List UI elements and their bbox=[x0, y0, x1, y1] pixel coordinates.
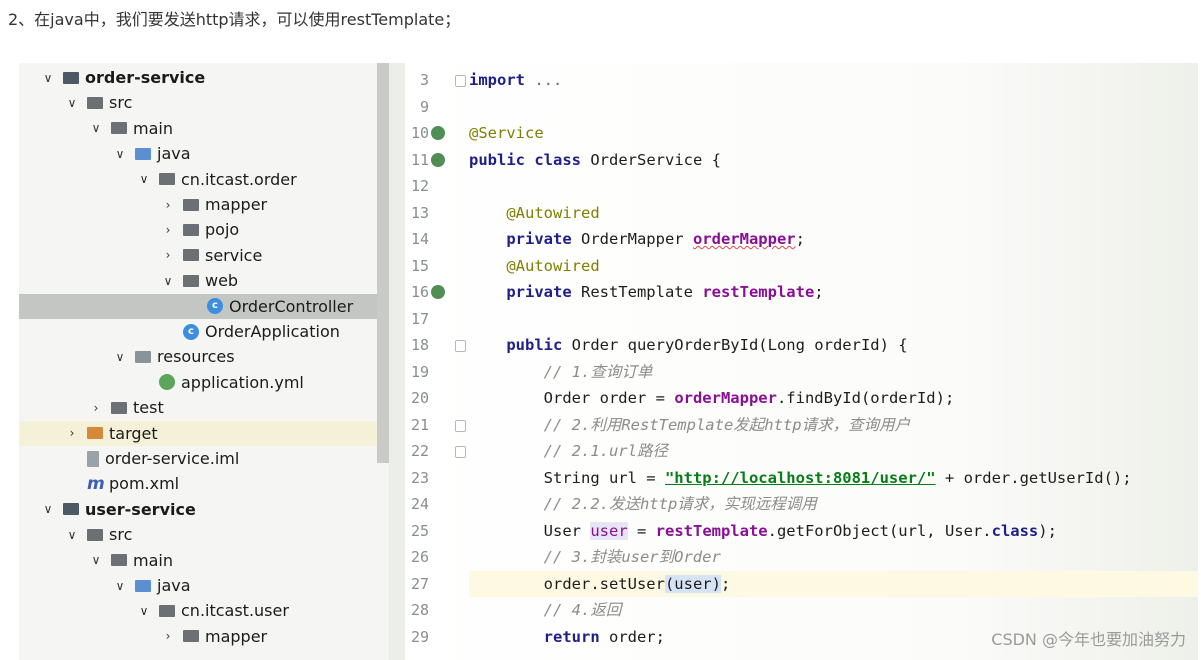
line-number: 13 bbox=[410, 203, 429, 222]
code-line[interactable]: 20 Order order = orderMapper.findById(or… bbox=[19, 385, 1198, 412]
line-number: 16 bbox=[410, 283, 429, 301]
code-text: private OrderMapper orderMapper; bbox=[506, 230, 805, 248]
code-line[interactable]: 12 bbox=[19, 173, 1198, 200]
code-line[interactable]: 9 bbox=[19, 94, 1198, 121]
line-number: 28 bbox=[410, 601, 429, 619]
line-number: 14 bbox=[410, 230, 429, 248]
code-text: // 1.查询订单 bbox=[543, 362, 653, 381]
code-line[interactable]: 26 // 3.封装user到Order bbox=[19, 544, 1198, 571]
code-text: @Autowired bbox=[506, 256, 600, 275]
code-text: @Service bbox=[469, 124, 544, 142]
code-line[interactable]: 15 @Autowired bbox=[19, 253, 1198, 280]
code-text: order.setUser(user); bbox=[469, 570, 1198, 597]
line-number: 23 bbox=[410, 468, 429, 487]
line-number: 26 bbox=[410, 548, 429, 566]
code-line[interactable]: 14 private OrderMapper orderMapper; bbox=[19, 226, 1198, 253]
code-text: private RestTemplate restTemplate; bbox=[506, 283, 824, 301]
line-number: 25 bbox=[410, 521, 429, 540]
code-line[interactable]: 29 return order; bbox=[19, 624, 1198, 651]
code-text: // 3.封装user到Order bbox=[543, 548, 721, 566]
article-caption: 2、在java中，我们要发送http请求，可以使用restTemplate； bbox=[8, 10, 461, 29]
code-line[interactable]: 3 import ... bbox=[19, 67, 1198, 94]
code-line[interactable]: 24 // 2.2.发送http请求，实现远程调用 bbox=[19, 491, 1198, 518]
spring-bean-gutter-icon[interactable] bbox=[431, 152, 445, 167]
line-number: 22 bbox=[410, 442, 429, 460]
line-number: 21 bbox=[410, 415, 429, 434]
code-line[interactable]: 25 User user = restTemplate.getForObject… bbox=[19, 518, 1198, 545]
code-line[interactable]: 16 private RestTemplate restTemplate; bbox=[19, 279, 1198, 306]
spring-bean-gutter-icon[interactable] bbox=[431, 126, 445, 140]
code-text: return order; bbox=[543, 627, 665, 646]
code-line[interactable]: 11 public class OrderService { bbox=[19, 147, 1198, 174]
code-text: import ... bbox=[469, 71, 563, 89]
fold-marker-icon[interactable] bbox=[455, 446, 466, 458]
code-line[interactable]: 22 // 2.1.url路径 bbox=[19, 438, 1198, 465]
code-line[interactable]: 10 @Service bbox=[19, 120, 1198, 147]
code-text: User user = restTemplate.getForObject(ur… bbox=[469, 521, 1057, 540]
spring-bean-gutter-icon[interactable] bbox=[431, 285, 445, 299]
code-text: public Order queryOrderById(Long orderId… bbox=[506, 336, 908, 354]
code-text: Order order = orderMapper.findById(order… bbox=[469, 389, 955, 407]
line-number: 19 bbox=[410, 362, 429, 381]
line-number: 11 bbox=[410, 150, 429, 169]
line-number: 18 bbox=[410, 336, 429, 354]
line-number: 27 bbox=[410, 574, 429, 593]
line-number: 29 bbox=[410, 627, 429, 646]
code-text: // 2.1.url路径 bbox=[543, 442, 668, 460]
code-text: // 2.利用RestTemplate发起http请求，查询用户 bbox=[543, 415, 911, 434]
fold-marker-icon[interactable] bbox=[455, 419, 466, 432]
code-text: // 4.返回 bbox=[543, 601, 622, 619]
code-text: @Autowired bbox=[506, 203, 600, 222]
line-number: 3 bbox=[419, 71, 429, 89]
code-line[interactable]: 23 String url = "http://localhost:8081/u… bbox=[19, 465, 1198, 492]
code-line[interactable]: 28 // 4.返回 bbox=[19, 597, 1198, 624]
code-text: public class OrderService { bbox=[469, 150, 721, 169]
code-line[interactable]: 18 public Order queryOrderById(Long orde… bbox=[19, 332, 1198, 359]
fold-marker-icon[interactable] bbox=[455, 340, 466, 352]
ide-screenshot: ∨ order-service ∨ src ∨ main ∨ java ∨ cn.itcast.o… bbox=[19, 63, 1198, 660]
code-line[interactable]: 17 bbox=[19, 306, 1198, 333]
code-line[interactable]: 19 // 1.查询订单 bbox=[19, 359, 1198, 386]
code-line[interactable]: 27 order.setUser(user); bbox=[19, 570, 1198, 597]
line-number: 20 bbox=[410, 389, 429, 407]
line-number: 10 bbox=[410, 124, 429, 142]
line-number: 9 bbox=[419, 97, 429, 116]
line-number: 12 bbox=[410, 177, 429, 195]
line-number: 15 bbox=[410, 256, 429, 275]
line-number: 24 bbox=[410, 495, 429, 513]
fold-marker-icon[interactable] bbox=[455, 75, 466, 87]
code-line[interactable]: 13 @Autowired bbox=[19, 200, 1198, 227]
code-line[interactable]: 21 // 2.利用RestTemplate发起http请求，查询用户 bbox=[19, 412, 1198, 439]
code-text: // 2.2.发送http请求，实现远程调用 bbox=[543, 495, 817, 513]
code-text: String url = "http://localhost:8081/user… bbox=[469, 468, 1132, 487]
line-number: 17 bbox=[410, 309, 429, 328]
